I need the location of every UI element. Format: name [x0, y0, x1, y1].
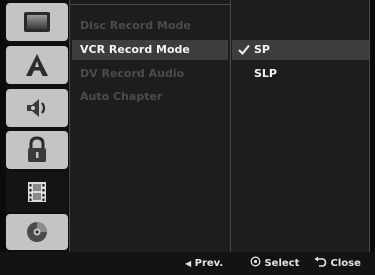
panel-right-divider	[369, 0, 370, 252]
select-button-icon	[250, 256, 261, 267]
menu-item-vcr-record-mode[interactable]: VCR Record Mode	[72, 40, 228, 60]
audio-tab-icon	[27, 99, 46, 117]
menu-top-divider	[69, 4, 230, 5]
option-label: SP	[254, 43, 270, 56]
select-label: Select	[264, 258, 300, 269]
lock-tab[interactable]	[6, 131, 68, 169]
checkmark-icon	[238, 44, 250, 55]
prev-hint[interactable]: ◀ Prev.	[185, 252, 223, 275]
return-icon	[314, 256, 327, 267]
recording-tab[interactable]	[6, 172, 68, 212]
menu-item-dv-record-audio[interactable]: DV Record Audio	[72, 64, 228, 84]
disc-tab[interactable]	[6, 214, 68, 250]
category-icon-column	[6, 0, 68, 252]
recording-tab-icon	[28, 182, 46, 202]
menu-item-label: VCR Record Mode	[80, 43, 190, 56]
lock-tab-icon	[28, 136, 46, 162]
menu-item-label: Disc Record Mode	[80, 19, 191, 32]
menu-item-label: Auto Chapter	[80, 90, 163, 103]
close-hint[interactable]: Close	[314, 252, 361, 275]
menu-item-label: DV Record Audio	[80, 67, 185, 80]
column-divider	[230, 0, 231, 252]
setup-menu-screen: Disc Record Mode VCR Record Mode DV Reco…	[0, 0, 375, 275]
audio-tab[interactable]	[6, 89, 68, 127]
option-slp[interactable]: SLP	[232, 64, 369, 84]
menu-item-disc-record-mode[interactable]: Disc Record Mode	[72, 16, 228, 36]
select-hint[interactable]: Select	[250, 252, 299, 275]
language-tab-icon	[26, 54, 48, 76]
display-tab-icon	[24, 12, 50, 32]
panel-left-divider	[69, 0, 70, 252]
navigation-hint-bar: ◀ Prev. Select Close	[0, 252, 375, 275]
option-sp[interactable]: SP	[232, 40, 369, 60]
option-label: SLP	[254, 67, 277, 80]
menu-item-auto-chapter[interactable]: Auto Chapter	[72, 87, 228, 107]
settings-panel	[69, 0, 369, 252]
left-arrow-icon: ◀	[185, 259, 192, 268]
disc-tab-icon	[27, 222, 47, 242]
language-tab[interactable]	[6, 46, 68, 84]
close-label: Close	[330, 258, 361, 269]
prev-label: Prev.	[194, 258, 224, 269]
display-tab[interactable]	[6, 3, 68, 41]
